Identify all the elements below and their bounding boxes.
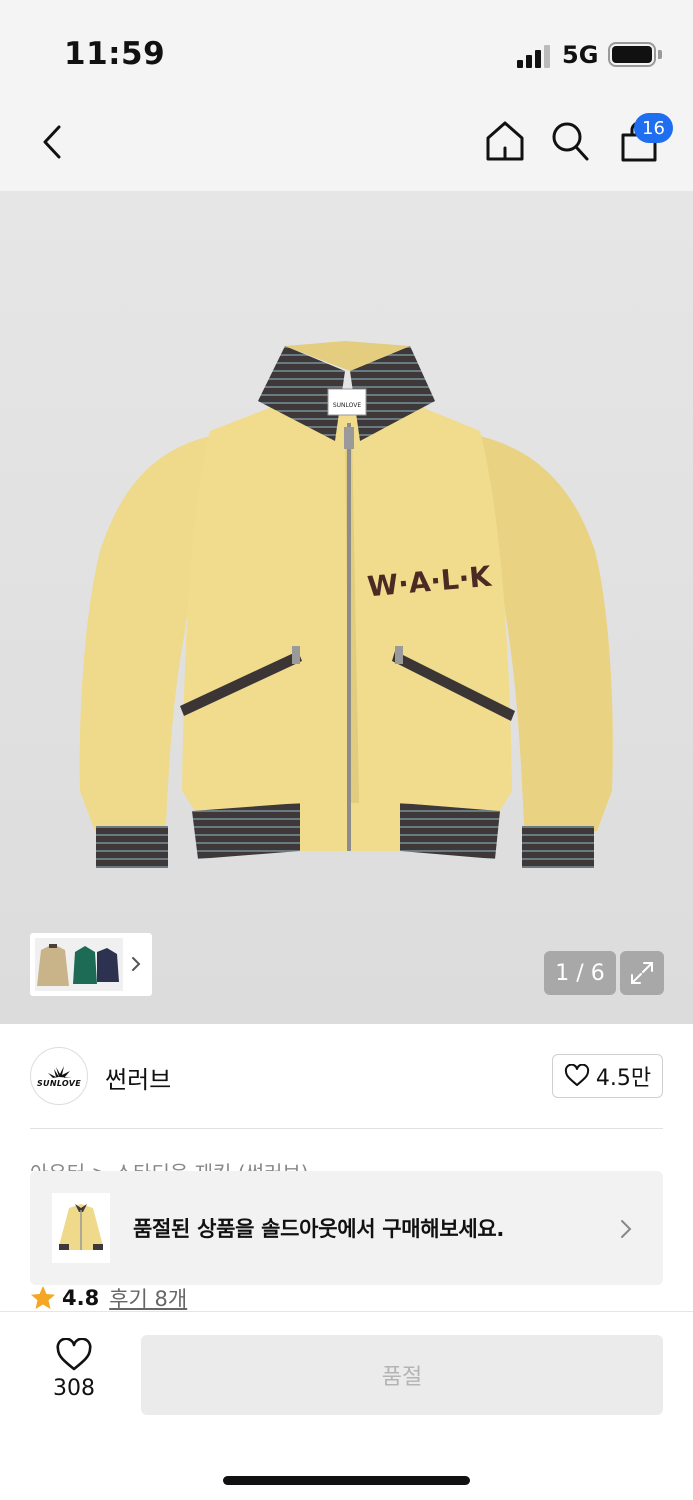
home-icon[interactable] — [482, 116, 528, 166]
chevron-right-icon[interactable] — [127, 947, 145, 981]
battery-icon — [608, 42, 656, 67]
battery-tip — [658, 50, 662, 59]
brand-logo-text: SUNLOVE — [36, 1078, 82, 1088]
back-arrow-icon[interactable] — [30, 118, 74, 166]
heart-icon — [564, 1064, 589, 1086]
top-navigation — [0, 100, 693, 191]
divider — [30, 1128, 663, 1129]
cart-count-badge: 16 — [634, 113, 673, 143]
soldout-banner[interactable]: 품절된 상품을 솔드아웃에서 구매해보세요. — [30, 1171, 663, 1285]
rating-score: 4.8 — [62, 1286, 100, 1310]
signal-icon — [517, 44, 553, 68]
thumbnail-strip[interactable] — [30, 933, 152, 996]
brand-logo[interactable]: SUNLOVE — [30, 1047, 88, 1105]
image-counter: 1 / 6 — [544, 951, 616, 995]
jacket-label-text: SUNLOVE — [333, 402, 362, 409]
wishlist-count: 308 — [53, 1376, 95, 1401]
chevron-right-icon — [616, 1215, 636, 1243]
soldout-product-thumbnail — [52, 1193, 110, 1263]
expand-icon[interactable] — [620, 951, 664, 995]
home-indicator — [223, 1476, 470, 1485]
heart-icon — [56, 1338, 92, 1371]
thumbnail-images — [35, 938, 123, 991]
star-icon — [31, 1286, 55, 1309]
brand-like-button[interactable]: 4.5만 — [552, 1054, 663, 1098]
brand-like-count: 4.5만 — [595, 1066, 652, 1091]
wishlist-button[interactable]: 308 — [30, 1338, 118, 1416]
search-icon[interactable] — [547, 116, 593, 166]
brand-row: SUNLOVE 썬러브 4.5만 — [0, 1024, 693, 1129]
breadcrumb[interactable]: 아우터 > 스타디움 재킷 (썬러브) — [30, 1157, 309, 1171]
brand-name[interactable]: 썬러브 — [105, 1060, 171, 1095]
status-bar: 11:59 5G — [0, 0, 693, 100]
bottom-action-bar: 308 품절 — [0, 1311, 693, 1500]
review-link[interactable]: 후기 8개 — [109, 1283, 187, 1313]
network-label: 5G — [562, 41, 599, 69]
product-image: SUNLOVE W·A·L·K — [0, 191, 693, 1024]
status-time: 11:59 — [64, 36, 166, 72]
product-image-gallery[interactable]: SUNLOVE W·A·L·K 1 / 6 — [0, 191, 693, 1024]
soldout-button[interactable]: 품절 — [141, 1335, 663, 1415]
rating-row: 4.8 후기 8개 — [30, 1283, 187, 1313]
soldout-banner-text: 품절된 상품을 솔드아웃에서 구매해보세요. — [133, 1217, 505, 1241]
